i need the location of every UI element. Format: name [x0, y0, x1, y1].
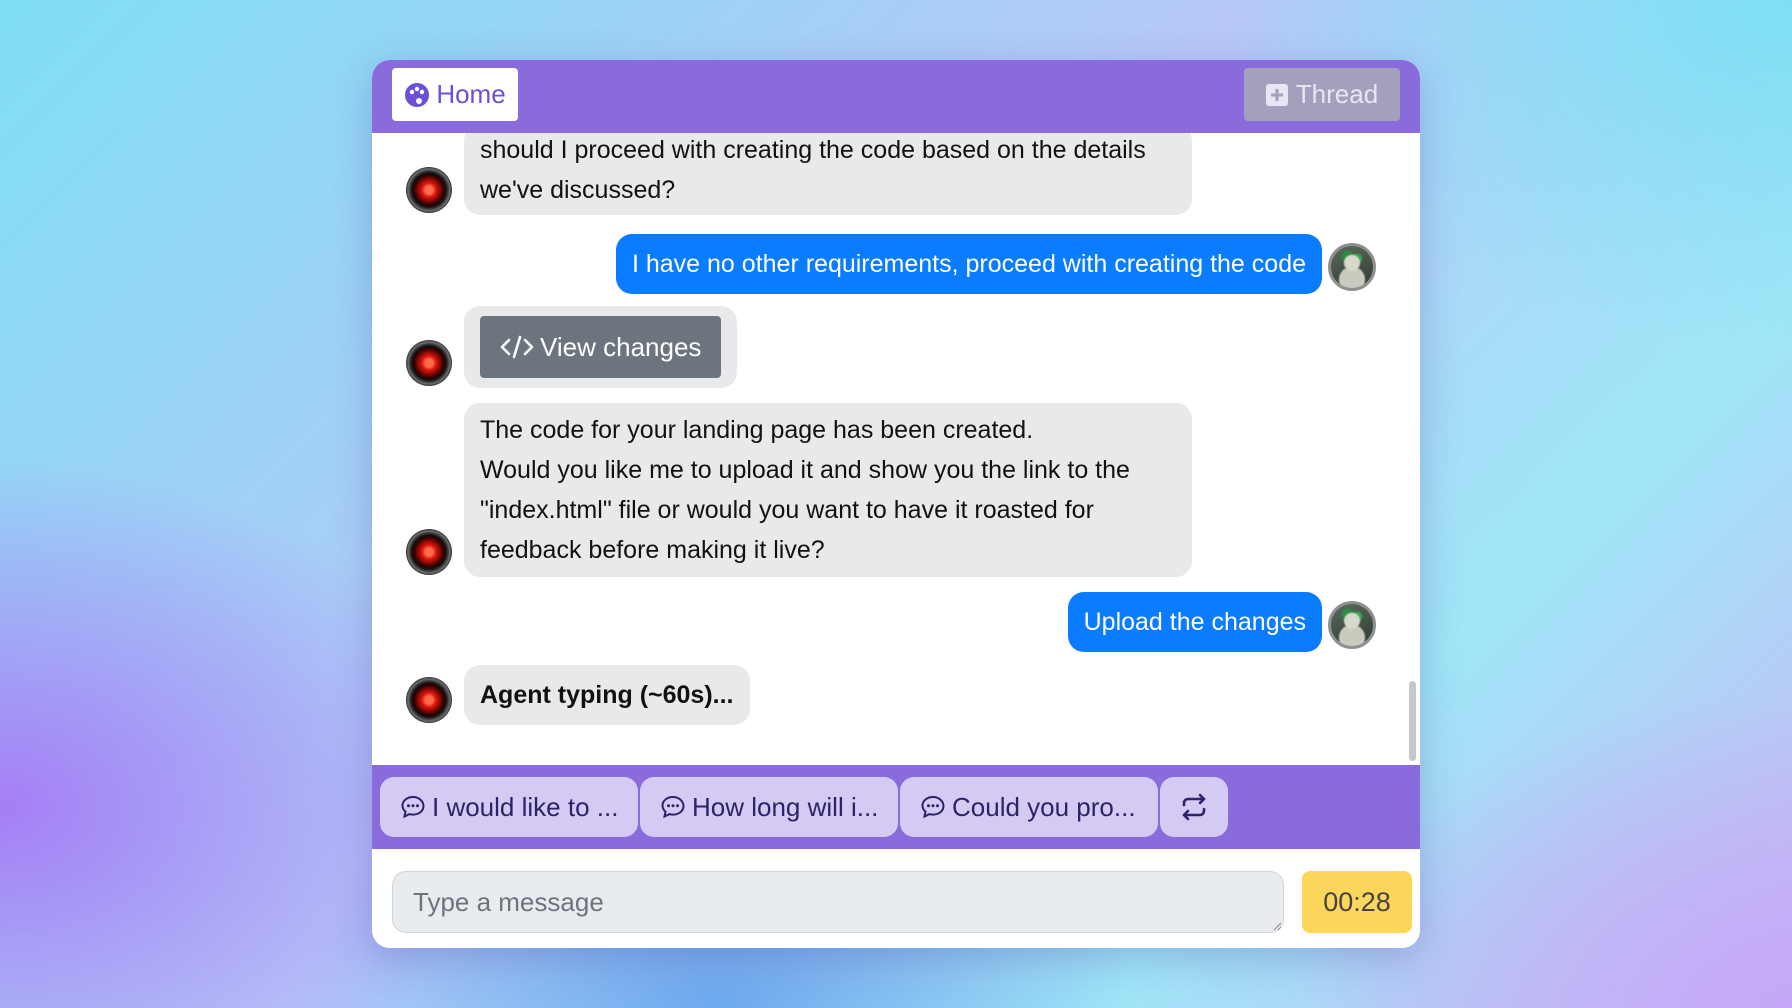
agent-message-bubble: should I proceed with creating the code … [464, 133, 1192, 215]
header-bar: Home Thread [372, 60, 1420, 133]
message-text: we've discussed? [480, 176, 676, 204]
timer-value: 00:28 [1323, 886, 1391, 917]
user-message-row: Upload the changes [1067, 592, 1376, 652]
user-message-row: I have no other requirements, proceed wi… [615, 234, 1376, 294]
refresh-suggestions-button[interactable] [1160, 777, 1228, 837]
suggestion-chip[interactable]: Could you pro... [900, 777, 1158, 837]
agent-message-row: View changes [406, 306, 738, 388]
message-text: should I proceed with creating the code … [480, 136, 1146, 164]
message-text: I have no other requirements, proceed wi… [631, 250, 1306, 278]
agent-message-row: The code for your landing page has been … [406, 403, 1192, 577]
suggestion-label: I would like to ... [432, 791, 619, 822]
message-text: Upload the changes [1083, 608, 1306, 636]
chat-dots-icon [661, 795, 685, 819]
code-icon [500, 335, 534, 359]
suggestion-chip[interactable]: I would like to ... [380, 777, 638, 837]
scrollbar-thumb[interactable] [1409, 681, 1416, 761]
suggestion-label: Could you pro... [952, 791, 1136, 822]
agent-message-bubble: The code for your landing page has been … [464, 403, 1192, 577]
agent-message-row: Agent typing (~60s)... [406, 665, 750, 725]
message-input[interactable] [392, 871, 1284, 933]
agent-avatar [406, 529, 452, 575]
home-button[interactable]: Home [392, 68, 518, 121]
message-text: Would you like me to upload it and show … [480, 456, 1130, 484]
refresh-arrows-icon [1182, 793, 1206, 821]
message-list[interactable]: should I proceed with creating the code … [372, 133, 1420, 765]
user-message-bubble: I have no other requirements, proceed wi… [615, 234, 1322, 294]
suggestion-label: How long will i... [692, 791, 879, 822]
agent-message-row: should I proceed with creating the code … [406, 133, 1192, 215]
chat-window: Home Thread should I proceed with creati… [372, 60, 1420, 948]
user-avatar [1328, 243, 1376, 291]
agent-message-bubble: View changes [464, 306, 738, 388]
message-text: "index.html" file or would you want to h… [480, 496, 1094, 524]
plus-square-icon [1265, 83, 1288, 106]
composer: 00:28 [372, 849, 1420, 948]
palette-icon [405, 82, 430, 107]
typing-indicator: Agent typing (~60s)... [464, 665, 750, 725]
suggestion-chip[interactable]: How long will i... [640, 777, 898, 837]
timer-badge: 00:28 [1302, 871, 1412, 933]
message-text: feedback before making it live? [480, 536, 825, 564]
resize-grip-icon[interactable] [1272, 921, 1282, 931]
message-text: The code for your landing page has been … [480, 416, 1034, 444]
agent-avatar [406, 340, 452, 386]
typing-status: Agent typing (~60s)... [480, 681, 734, 709]
chat-dots-icon [401, 795, 425, 819]
user-message-bubble: Upload the changes [1067, 592, 1322, 652]
thread-label: Thread [1295, 79, 1379, 109]
new-thread-button[interactable]: Thread [1244, 68, 1400, 121]
chat-dots-icon [921, 795, 945, 819]
user-avatar [1328, 601, 1376, 649]
home-label: Home [436, 79, 506, 109]
suggestion-bar: I would like to ... How long will i... C… [372, 765, 1420, 849]
agent-avatar [406, 677, 452, 723]
view-changes-button[interactable]: View changes [480, 316, 722, 378]
agent-avatar [406, 167, 452, 213]
view-changes-label: View changes [540, 331, 702, 362]
